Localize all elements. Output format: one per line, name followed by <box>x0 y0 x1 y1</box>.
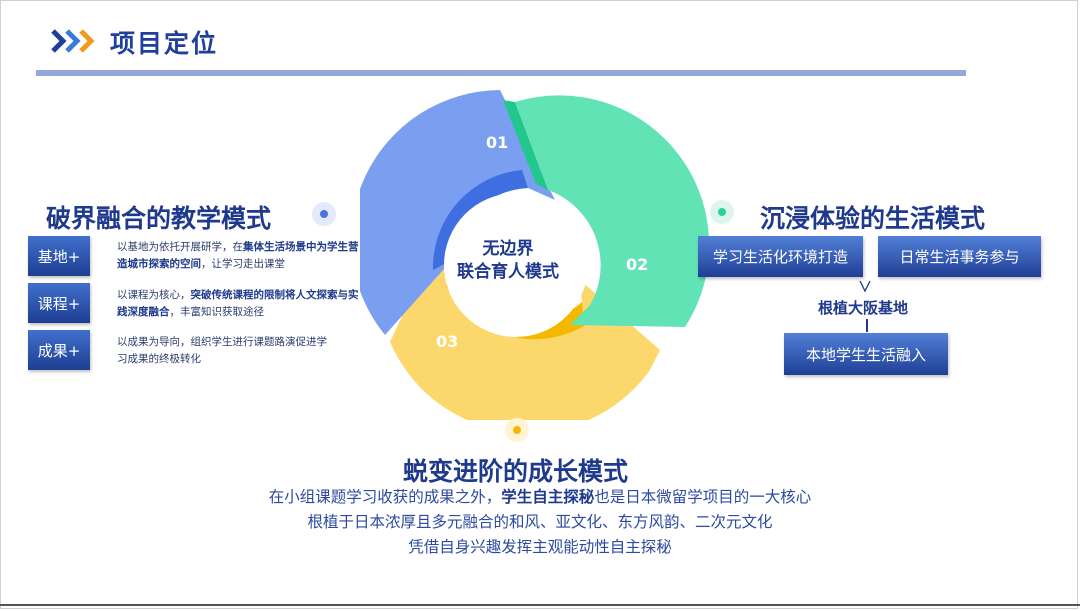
title-divider <box>36 70 966 76</box>
cycle-number-03: 03 <box>436 332 459 351</box>
connector-line <box>866 319 868 332</box>
base-label: 根植大阪基地 <box>818 299 909 317</box>
triple-chevron-icon <box>51 29 95 53</box>
desc-result: 以成果为导向，组织学生进行课题路演促进学习成果的终极转化 <box>117 336 327 365</box>
box-daily-life: 日常生活事务参与 <box>878 236 1041 277</box>
bottom-section-dot-icon <box>505 418 529 442</box>
box-local-students: 本地学生生活融入 <box>784 333 948 375</box>
bottom-description: 在小组课题学习收获的成果之外，学生自主探秘也是日本微留学项目的一大核心 根植于日… <box>268 488 812 556</box>
right-section-dot-icon <box>710 200 734 224</box>
cycle-number-01: 01 <box>486 133 509 152</box>
tag-base: 基地+ <box>28 236 90 276</box>
bottom-section-title: 蜕变进阶的成长模式 <box>403 457 629 486</box>
left-section-dot-icon <box>312 202 336 226</box>
desc-base: 以基地为依托开展研学，在集体生活场景中为学生营造城市探索的空间，让学习走出课堂 <box>117 241 359 270</box>
cycle-number-02: 02 <box>626 255 649 274</box>
left-section-title: 破界融合的教学模式 <box>46 204 272 233</box>
box-learning-environment: 学习生活化环境打造 <box>698 236 863 277</box>
bottom-border <box>0 604 1080 606</box>
desc-course: 以课程为核心，突破传统课程的限制将人文探索与实践深度融合，丰富知识获取途径 <box>117 289 359 318</box>
tag-result: 成果+ <box>28 330 90 370</box>
right-section-title: 沉浸体验的生活模式 <box>760 204 986 233</box>
tag-course: 课程+ <box>28 283 90 323</box>
down-chevron-icon <box>859 280 871 293</box>
page-title: 项目定位 <box>110 29 219 58</box>
cycle-center-label: 无边界 联合育人模式 <box>457 239 559 282</box>
